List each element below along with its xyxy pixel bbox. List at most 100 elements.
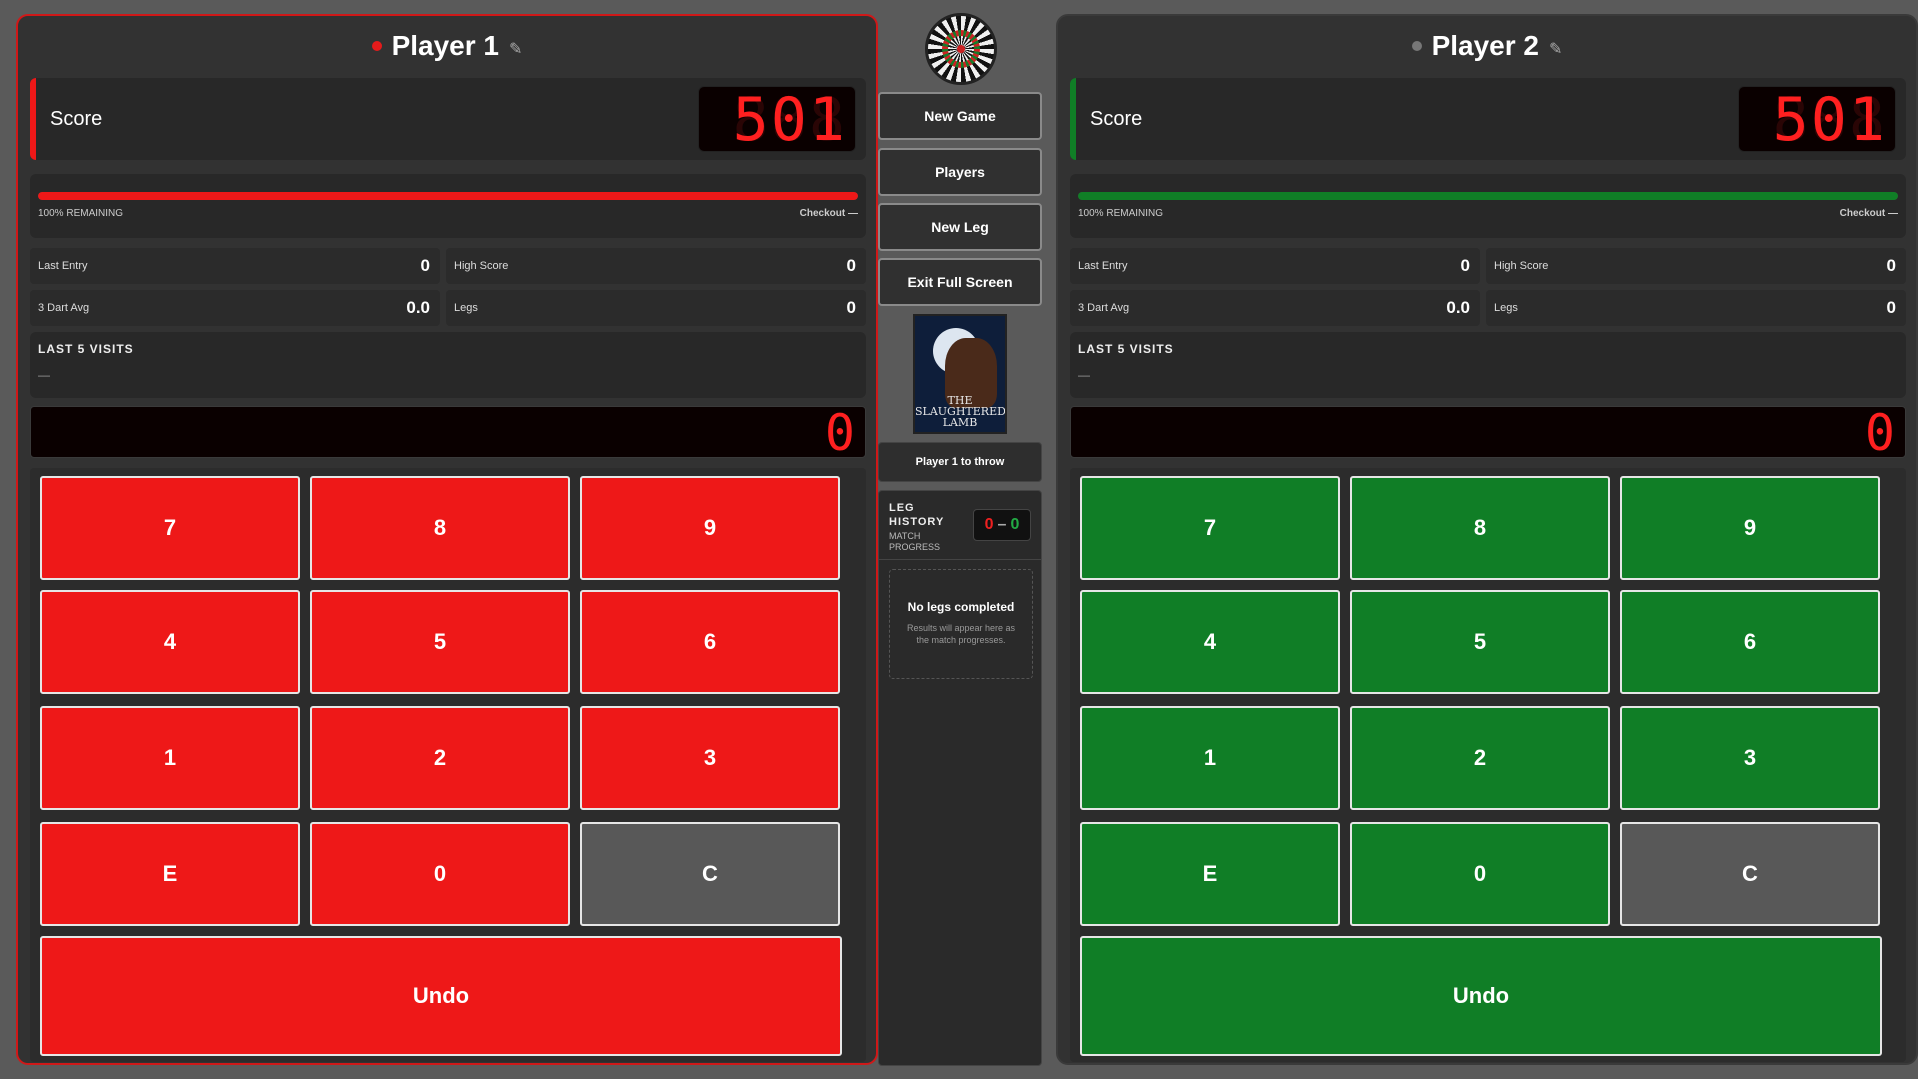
player1-high-score-stat: High Score 0: [446, 248, 866, 284]
turn-indicator: Player 1 to throw: [878, 442, 1042, 482]
new-game-button[interactable]: New Game: [878, 92, 1042, 140]
player2-progress-box: 100% REMAINING Checkout —: [1070, 174, 1906, 238]
stat-value: 0: [1460, 256, 1470, 275]
edit-pencil-icon[interactable]: ✎: [1549, 39, 1562, 59]
key-0[interactable]: 0: [1350, 822, 1610, 926]
key-5[interactable]: 5: [310, 590, 570, 694]
stat-label: Legs: [454, 302, 478, 314]
key-2[interactable]: 2: [1350, 706, 1610, 810]
entry-value: 0: [824, 404, 855, 462]
player1-progress-bar: [38, 192, 858, 200]
player1-legs-stat: Legs 0: [446, 290, 866, 326]
leg-score-p1: 0: [984, 516, 994, 533]
player1-last-entry-stat: Last Entry 0: [30, 248, 440, 284]
player2-score-label: Score: [1090, 108, 1143, 130]
player1-accent-bar: [30, 78, 36, 160]
key-4[interactable]: 4: [1080, 590, 1340, 694]
key-0[interactable]: 0: [310, 822, 570, 926]
leg-score-p2: 0: [1010, 516, 1020, 533]
stat-label: Legs: [1494, 302, 1518, 314]
player1-remaining-label: 100% REMAINING: [38, 208, 124, 219]
leg-score-separator: –: [997, 516, 1007, 533]
stat-label: 3 Dart Avg: [1078, 302, 1130, 314]
undo-button[interactable]: Undo: [1080, 936, 1882, 1056]
player2-high-score-stat: High Score 0: [1486, 248, 1906, 284]
key-3[interactable]: 3: [580, 706, 840, 810]
player1-keypad: 7 8 9 4 5 6 1 2 3 E 0 C Undo: [30, 468, 866, 1062]
player1-avg-stat: 3 Dart Avg 0.0: [30, 290, 440, 326]
active-status-dot-icon: [371, 41, 382, 51]
player2-progress-bar: [1078, 192, 1898, 200]
stat-value: 0.0: [406, 298, 430, 317]
key-6[interactable]: 6: [1620, 590, 1880, 694]
player2-keypad: 7 8 9 4 5 6 1 2 3 E 0 C Undo: [1070, 468, 1906, 1062]
visits-value: —: [1078, 368, 1090, 382]
exit-full-screen-button[interactable]: Exit Full Screen: [878, 258, 1042, 306]
key-1[interactable]: 1: [1080, 706, 1340, 810]
slaughtered-lamb-logo: THE SLAUGHTERED LAMB: [913, 314, 1007, 434]
stat-value: 0: [1886, 256, 1896, 275]
player1-name: Player 1: [391, 30, 499, 61]
inactive-status-dot-icon: [1411, 41, 1422, 51]
key-4[interactable]: 4: [40, 590, 300, 694]
key-2[interactable]: 2: [310, 706, 570, 810]
player2-score-value: 501: [1772, 86, 1887, 152]
leg-score-badge: 0 – 0: [973, 509, 1031, 541]
edit-pencil-icon[interactable]: ✎: [509, 39, 522, 59]
leg-history-subtitle: MATCH PROGRESS: [889, 531, 941, 552]
player1-panel: Player 1 ✎ Score 888 501 100% REMAINING …: [16, 14, 878, 1065]
no-legs-title: No legs completed: [907, 600, 1015, 614]
key-8[interactable]: 8: [310, 476, 570, 580]
stat-value: 0: [1886, 298, 1896, 317]
key-8[interactable]: 8: [1350, 476, 1610, 580]
player2-remaining-label: 100% REMAINING: [1078, 208, 1164, 219]
player1-last-visits: LAST 5 VISITS —: [30, 332, 866, 398]
key-7[interactable]: 7: [1080, 476, 1340, 580]
stat-label: Last Entry: [1078, 260, 1128, 272]
key-enter[interactable]: E: [40, 822, 300, 926]
key-clear[interactable]: C: [580, 822, 840, 926]
key-1[interactable]: 1: [40, 706, 300, 810]
stat-value: 0: [846, 256, 856, 275]
player2-last-entry-stat: Last Entry 0: [1070, 248, 1480, 284]
new-leg-button[interactable]: New Leg: [878, 203, 1042, 251]
player2-legs-stat: Legs 0: [1486, 290, 1906, 326]
players-button[interactable]: Players: [878, 148, 1042, 196]
stat-value: 0: [846, 298, 856, 317]
player1-score-box: Score 888 501: [30, 78, 866, 160]
undo-button[interactable]: Undo: [40, 936, 842, 1056]
player2-progress-fill: [1078, 192, 1898, 200]
key-3[interactable]: 3: [1620, 706, 1880, 810]
leg-history-panel: LEG HISTORY MATCH PROGRESS 0 – 0 No legs…: [878, 490, 1042, 1066]
key-7[interactable]: 7: [40, 476, 300, 580]
key-enter[interactable]: E: [1080, 822, 1340, 926]
key-6[interactable]: 6: [580, 590, 840, 694]
player2-avg-stat: 3 Dart Avg 0.0: [1070, 290, 1480, 326]
key-9[interactable]: 9: [580, 476, 840, 580]
no-legs-text: Results will appear here as the match pr…: [906, 623, 1016, 645]
entry-value: 0: [1864, 404, 1895, 462]
player2-name: Player 2: [1431, 30, 1539, 61]
player2-score-box: Score 888 501: [1070, 78, 1906, 160]
leg-history-title: LEG HISTORY: [889, 502, 945, 528]
visits-value: —: [38, 368, 50, 382]
stat-value: 0: [420, 256, 430, 275]
key-5[interactable]: 5: [1350, 590, 1610, 694]
player1-score-label: Score: [50, 108, 103, 130]
player2-checkout-label: Checkout —: [1839, 208, 1898, 219]
player1-score-value: 501: [732, 86, 847, 152]
player2-last-visits: LAST 5 VISITS —: [1070, 332, 1906, 398]
visits-title: LAST 5 VISITS: [1078, 342, 1174, 356]
key-clear[interactable]: C: [1620, 822, 1880, 926]
stat-label: High Score: [454, 260, 509, 272]
key-9[interactable]: 9: [1620, 476, 1880, 580]
stat-label: 3 Dart Avg: [38, 302, 90, 314]
player1-score-display: 888 501: [698, 86, 856, 152]
player1-progress-box: 100% REMAINING Checkout —: [30, 174, 866, 238]
player1-entry-display: 0: [30, 404, 866, 462]
stat-value: 0.0: [1446, 298, 1470, 317]
stat-label: High Score: [1494, 260, 1549, 272]
visits-title: LAST 5 VISITS: [38, 342, 134, 356]
no-legs-placeholder: No legs completed Results will appear he…: [889, 569, 1033, 679]
player1-name-header: Player 1 ✎: [18, 30, 876, 62]
